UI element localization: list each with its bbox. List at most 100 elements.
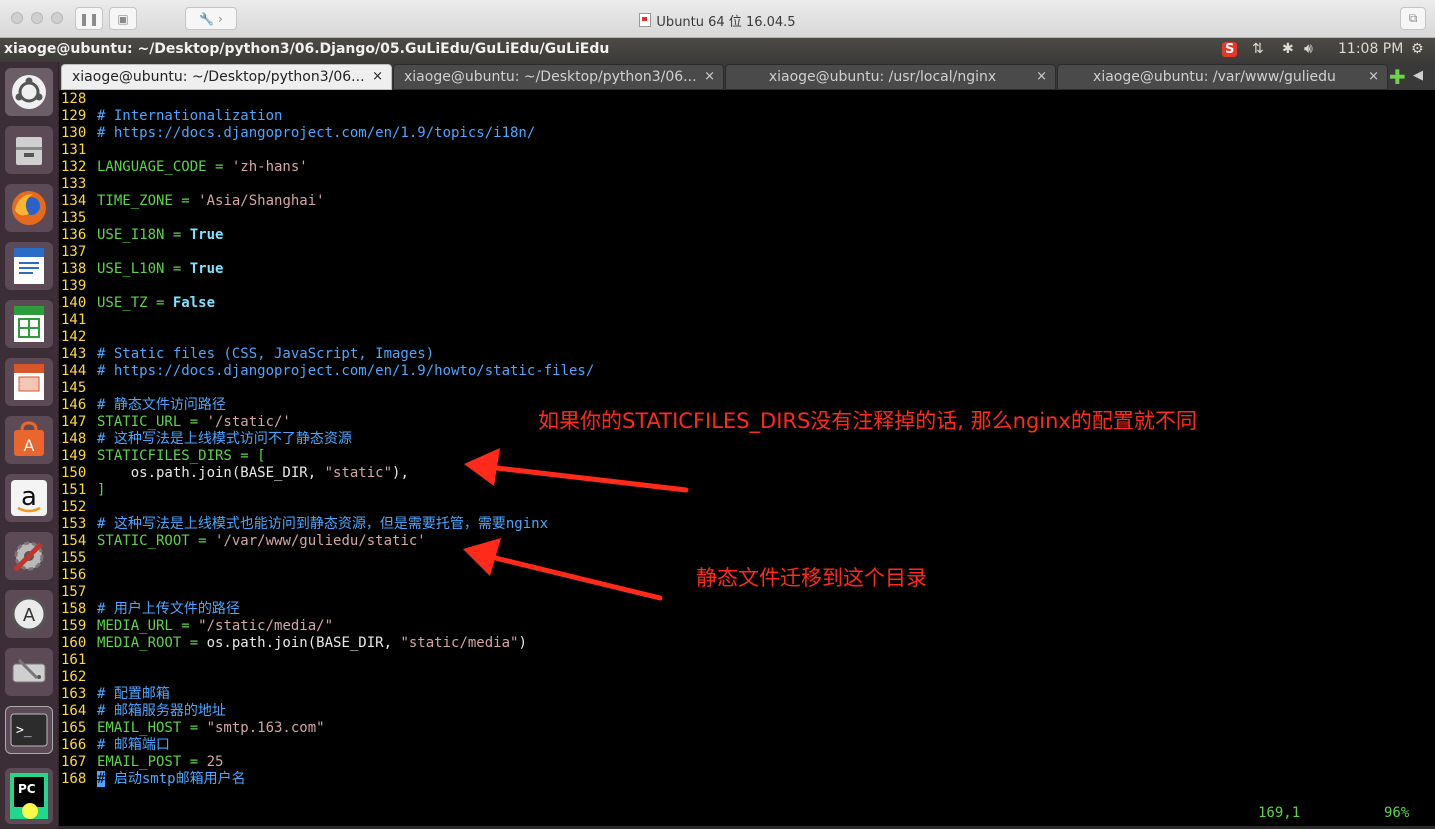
system-settings-icon[interactable] bbox=[5, 532, 53, 580]
close-icon[interactable]: × bbox=[704, 69, 715, 84]
line-number: 149 bbox=[61, 448, 87, 464]
files-icon[interactable] bbox=[5, 126, 53, 174]
code-line: 159 MEDIA_URL = "/static/media/" bbox=[61, 618, 333, 635]
code-line: 136 USE_I18N = True bbox=[61, 227, 223, 244]
code-line: 157 bbox=[61, 584, 97, 601]
ubuntu-dash-icon[interactable] bbox=[5, 68, 53, 116]
code-line: 134 TIME_ZONE = 'Asia/Shanghai' bbox=[61, 193, 325, 210]
code-line: 129 # Internationalization bbox=[61, 108, 282, 125]
unity-launcher: A a A >_ PC bbox=[0, 62, 59, 829]
code-token: USE_I18N = bbox=[97, 227, 190, 243]
svg-text:A: A bbox=[24, 436, 35, 455]
code-token: EMAIL_POST = bbox=[97, 754, 207, 770]
vim-editor[interactable]: 169,1 96% 128 129 # Internationalization 13… bbox=[61, 90, 1435, 829]
bluetooth-icon[interactable]: ✱ bbox=[1282, 41, 1294, 57]
code-line: 156 bbox=[61, 567, 97, 584]
line-number: 144 bbox=[61, 363, 87, 379]
code-line: 158 # 用户上传文件的路径 bbox=[61, 601, 240, 618]
clock[interactable]: 11:08 PM bbox=[1338, 41, 1403, 57]
tab-2[interactable]: xiaoge@ubuntu: ~/Desktop/python3/06... × bbox=[393, 64, 724, 90]
code-line: 168 # 启动smtp邮箱用户名 bbox=[61, 771, 246, 788]
code-token: # https://docs.djangoproject.com/en/1.9/… bbox=[97, 363, 595, 379]
scroll-tabs-left-icon[interactable]: ◀ bbox=[1413, 68, 1423, 83]
line-number: 143 bbox=[61, 346, 87, 362]
close-icon[interactable]: × bbox=[372, 69, 383, 84]
line-number: 168 bbox=[61, 771, 87, 787]
amazon-icon[interactable]: a bbox=[5, 474, 53, 522]
code-token: # 这种写法是上线模式访问不了静态资源 bbox=[97, 431, 352, 447]
window-title: xiaoge@ubuntu: ~/Desktop/python3/06.Djan… bbox=[4, 41, 610, 57]
tab-label: xiaoge@ubuntu: ~/Desktop/python3/06... bbox=[72, 69, 365, 85]
line-number: 140 bbox=[61, 295, 87, 311]
tab-label: xiaoge@ubuntu: /var/www/guliedu bbox=[1093, 69, 1336, 85]
line-number: 154 bbox=[61, 533, 87, 549]
line-number: 166 bbox=[61, 737, 87, 753]
tab-4[interactable]: xiaoge@ubuntu: /var/www/guliedu × bbox=[1057, 64, 1388, 90]
network-icon[interactable]: ⇅ bbox=[1252, 41, 1264, 57]
svg-text:>_: >_ bbox=[16, 723, 32, 738]
code-token: # https://docs.djangoproject.com/en/1.9/… bbox=[97, 125, 536, 141]
line-number: 133 bbox=[61, 176, 87, 192]
disks-icon[interactable] bbox=[5, 648, 53, 696]
line-number: 132 bbox=[61, 159, 87, 175]
scroll-percent: 96% bbox=[1384, 805, 1410, 821]
line-number: 157 bbox=[61, 584, 87, 600]
code-token: ) bbox=[518, 635, 527, 651]
gear-icon[interactable]: ⚙ bbox=[1411, 41, 1424, 57]
code-token: LANGUAGE_CODE = bbox=[97, 159, 232, 175]
new-tab-icon[interactable]: ✚ bbox=[1389, 65, 1406, 89]
line-number: 134 bbox=[61, 193, 87, 209]
code-line: 141 bbox=[61, 312, 97, 329]
annotation-staticfiles-note: 如果你的STATICFILES_DIRS没有注释掉的话, 那么nginx的配置就… bbox=[538, 409, 1197, 433]
code-line: 162 bbox=[61, 669, 97, 686]
tab-1[interactable]: xiaoge@ubuntu: ~/Desktop/python3/06... × bbox=[61, 64, 392, 90]
line-number: 135 bbox=[61, 210, 87, 226]
input-method-icon[interactable]: S bbox=[1222, 41, 1238, 57]
volume-icon[interactable]: 🔊︎ bbox=[1304, 41, 1313, 57]
terminal-icon[interactable]: >_ bbox=[5, 706, 53, 754]
line-number: 167 bbox=[61, 754, 87, 770]
code-token: # 静态文件访问路径 bbox=[97, 397, 226, 413]
tab-3[interactable]: xiaoge@ubuntu: /usr/local/nginx × bbox=[725, 64, 1056, 90]
code-line: 144 # https://docs.djangoproject.com/en/1… bbox=[61, 363, 594, 380]
code-token: # Internationalization bbox=[97, 108, 283, 124]
tab-label: xiaoge@ubuntu: /usr/local/nginx bbox=[768, 69, 997, 85]
line-number: 129 bbox=[61, 108, 87, 124]
line-number: 138 bbox=[61, 261, 87, 277]
code-line: 165 EMAIL_HOST = "smtp.163.com" bbox=[61, 720, 325, 737]
libreoffice-calc-icon[interactable] bbox=[5, 300, 53, 348]
line-number: 136 bbox=[61, 227, 87, 243]
software-updater-icon[interactable]: A bbox=[5, 590, 53, 638]
line-number: 161 bbox=[61, 652, 87, 668]
libreoffice-impress-icon[interactable] bbox=[5, 358, 53, 406]
firefox-icon[interactable] bbox=[5, 184, 53, 232]
libreoffice-writer-icon[interactable] bbox=[5, 242, 53, 290]
code-token: ] bbox=[97, 482, 106, 498]
close-icon[interactable]: × bbox=[1036, 69, 1047, 84]
line-number: 142 bbox=[61, 329, 87, 345]
svg-text:A: A bbox=[23, 605, 36, 626]
fullscreen-icon[interactable]: ⧉ bbox=[1400, 7, 1426, 30]
code-token: MEDIA_ROOT = bbox=[97, 635, 207, 651]
close-icon[interactable]: × bbox=[1368, 69, 1379, 84]
code-line: 161 bbox=[61, 652, 97, 669]
pycharm-icon[interactable]: PC bbox=[5, 768, 53, 824]
vm-document-icon bbox=[639, 13, 652, 27]
code-line: 152 bbox=[61, 499, 97, 516]
code-token: 'Asia/Shanghai' bbox=[198, 193, 325, 209]
line-number: 146 bbox=[61, 397, 87, 413]
line-number: 152 bbox=[61, 499, 87, 515]
line-number: 162 bbox=[61, 669, 87, 685]
software-center-icon[interactable]: A bbox=[5, 416, 53, 464]
annotation-static-root-note: 静态文件迁移到这个目录 bbox=[696, 566, 927, 590]
code-token: STATICFILES_DIRS = [ bbox=[97, 448, 266, 464]
code-token: USE_L10N = bbox=[97, 261, 190, 277]
code-line: 139 bbox=[61, 278, 97, 295]
code-line: 128 bbox=[61, 91, 97, 108]
line-number: 151 bbox=[61, 482, 87, 498]
code-token: USE_TZ = bbox=[97, 295, 173, 311]
svg-text:PC: PC bbox=[18, 782, 36, 796]
code-token: True bbox=[189, 227, 224, 243]
code-token: '/static/' bbox=[206, 414, 291, 430]
line-number: 147 bbox=[61, 414, 87, 430]
